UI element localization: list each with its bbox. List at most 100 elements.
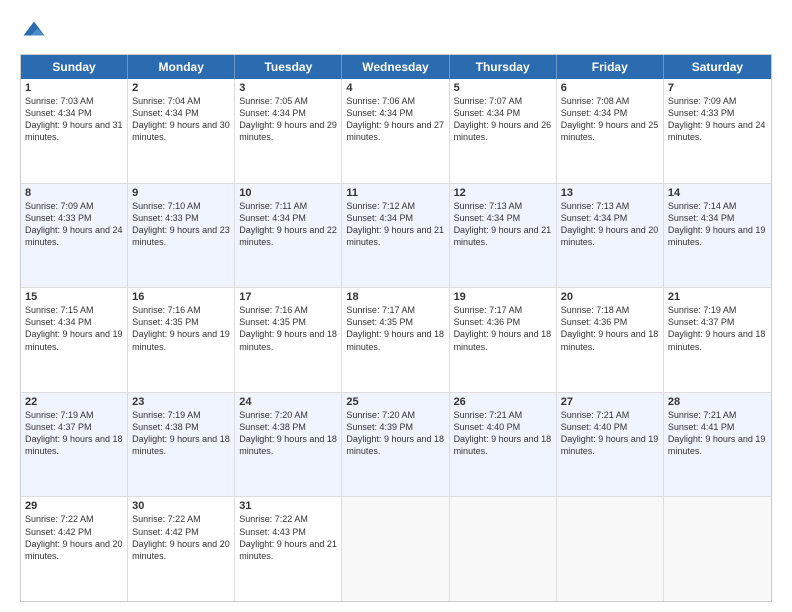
cal-cell-2-1: 8Sunrise: 7:09 AM Sunset: 4:33 PM Daylig… [21, 184, 128, 288]
day-number: 14 [668, 187, 767, 199]
calendar-row-4: 22Sunrise: 7:19 AM Sunset: 4:37 PM Dayli… [21, 393, 771, 498]
cal-cell-2-3: 10Sunrise: 7:11 AM Sunset: 4:34 PM Dayli… [235, 184, 342, 288]
cal-cell-2-5: 12Sunrise: 7:13 AM Sunset: 4:34 PM Dayli… [450, 184, 557, 288]
cell-info: Sunrise: 7:12 AM Sunset: 4:34 PM Dayligh… [346, 200, 444, 249]
cal-cell-3-4: 18Sunrise: 7:17 AM Sunset: 4:35 PM Dayli… [342, 288, 449, 392]
header [20, 18, 772, 46]
calendar: Sunday Monday Tuesday Wednesday Thursday… [20, 54, 772, 602]
cal-cell-5-6 [557, 497, 664, 601]
day-number: 11 [346, 187, 444, 199]
cell-info: Sunrise: 7:19 AM Sunset: 4:37 PM Dayligh… [668, 304, 767, 353]
cell-info: Sunrise: 7:09 AM Sunset: 4:33 PM Dayligh… [668, 95, 767, 144]
cell-info: Sunrise: 7:11 AM Sunset: 4:34 PM Dayligh… [239, 200, 337, 249]
cell-info: Sunrise: 7:18 AM Sunset: 4:36 PM Dayligh… [561, 304, 659, 353]
cal-cell-3-7: 21Sunrise: 7:19 AM Sunset: 4:37 PM Dayli… [664, 288, 771, 392]
header-thursday: Thursday [450, 55, 557, 79]
day-number: 31 [239, 500, 337, 512]
calendar-row-5: 29Sunrise: 7:22 AM Sunset: 4:42 PM Dayli… [21, 497, 771, 601]
calendar-row-3: 15Sunrise: 7:15 AM Sunset: 4:34 PM Dayli… [21, 288, 771, 393]
day-number: 21 [668, 291, 767, 303]
cell-info: Sunrise: 7:16 AM Sunset: 4:35 PM Dayligh… [132, 304, 230, 353]
day-number: 25 [346, 396, 444, 408]
day-number: 27 [561, 396, 659, 408]
calendar-row-2: 8Sunrise: 7:09 AM Sunset: 4:33 PM Daylig… [21, 184, 771, 289]
header-monday: Monday [128, 55, 235, 79]
day-number: 6 [561, 82, 659, 94]
cell-info: Sunrise: 7:21 AM Sunset: 4:40 PM Dayligh… [454, 409, 552, 458]
cal-cell-1-2: 2Sunrise: 7:04 AM Sunset: 4:34 PM Daylig… [128, 79, 235, 183]
page: Sunday Monday Tuesday Wednesday Thursday… [0, 0, 792, 612]
cal-cell-1-3: 3Sunrise: 7:05 AM Sunset: 4:34 PM Daylig… [235, 79, 342, 183]
cell-info: Sunrise: 7:19 AM Sunset: 4:37 PM Dayligh… [25, 409, 123, 458]
cell-info: Sunrise: 7:21 AM Sunset: 4:41 PM Dayligh… [668, 409, 767, 458]
cal-cell-2-6: 13Sunrise: 7:13 AM Sunset: 4:34 PM Dayli… [557, 184, 664, 288]
cell-info: Sunrise: 7:22 AM Sunset: 4:42 PM Dayligh… [132, 513, 230, 562]
cell-info: Sunrise: 7:14 AM Sunset: 4:34 PM Dayligh… [668, 200, 767, 249]
cell-info: Sunrise: 7:07 AM Sunset: 4:34 PM Dayligh… [454, 95, 552, 144]
cell-info: Sunrise: 7:06 AM Sunset: 4:34 PM Dayligh… [346, 95, 444, 144]
day-number: 20 [561, 291, 659, 303]
cal-cell-4-6: 27Sunrise: 7:21 AM Sunset: 4:40 PM Dayli… [557, 393, 664, 497]
day-number: 28 [668, 396, 767, 408]
day-number: 5 [454, 82, 552, 94]
cal-cell-1-1: 1Sunrise: 7:03 AM Sunset: 4:34 PM Daylig… [21, 79, 128, 183]
cal-cell-5-2: 30Sunrise: 7:22 AM Sunset: 4:42 PM Dayli… [128, 497, 235, 601]
cell-info: Sunrise: 7:13 AM Sunset: 4:34 PM Dayligh… [561, 200, 659, 249]
day-number: 19 [454, 291, 552, 303]
cell-info: Sunrise: 7:17 AM Sunset: 4:35 PM Dayligh… [346, 304, 444, 353]
cal-cell-2-2: 9Sunrise: 7:10 AM Sunset: 4:33 PM Daylig… [128, 184, 235, 288]
day-number: 7 [668, 82, 767, 94]
day-number: 2 [132, 82, 230, 94]
cell-info: Sunrise: 7:13 AM Sunset: 4:34 PM Dayligh… [454, 200, 552, 249]
day-number: 16 [132, 291, 230, 303]
day-number: 12 [454, 187, 552, 199]
calendar-header: Sunday Monday Tuesday Wednesday Thursday… [21, 55, 771, 79]
cal-cell-4-7: 28Sunrise: 7:21 AM Sunset: 4:41 PM Dayli… [664, 393, 771, 497]
day-number: 15 [25, 291, 123, 303]
cal-cell-1-4: 4Sunrise: 7:06 AM Sunset: 4:34 PM Daylig… [342, 79, 449, 183]
cell-info: Sunrise: 7:04 AM Sunset: 4:34 PM Dayligh… [132, 95, 230, 144]
calendar-body: 1Sunrise: 7:03 AM Sunset: 4:34 PM Daylig… [21, 79, 771, 601]
cal-cell-1-7: 7Sunrise: 7:09 AM Sunset: 4:33 PM Daylig… [664, 79, 771, 183]
cell-info: Sunrise: 7:17 AM Sunset: 4:36 PM Dayligh… [454, 304, 552, 353]
cell-info: Sunrise: 7:10 AM Sunset: 4:33 PM Dayligh… [132, 200, 230, 249]
day-number: 10 [239, 187, 337, 199]
cell-info: Sunrise: 7:20 AM Sunset: 4:39 PM Dayligh… [346, 409, 444, 458]
header-saturday: Saturday [664, 55, 771, 79]
cell-info: Sunrise: 7:08 AM Sunset: 4:34 PM Dayligh… [561, 95, 659, 144]
cell-info: Sunrise: 7:16 AM Sunset: 4:35 PM Dayligh… [239, 304, 337, 353]
cell-info: Sunrise: 7:22 AM Sunset: 4:42 PM Dayligh… [25, 513, 123, 562]
day-number: 17 [239, 291, 337, 303]
day-number: 18 [346, 291, 444, 303]
header-tuesday: Tuesday [235, 55, 342, 79]
cal-cell-4-2: 23Sunrise: 7:19 AM Sunset: 4:38 PM Dayli… [128, 393, 235, 497]
cell-info: Sunrise: 7:20 AM Sunset: 4:38 PM Dayligh… [239, 409, 337, 458]
cal-cell-5-1: 29Sunrise: 7:22 AM Sunset: 4:42 PM Dayli… [21, 497, 128, 601]
cal-cell-4-5: 26Sunrise: 7:21 AM Sunset: 4:40 PM Dayli… [450, 393, 557, 497]
day-number: 1 [25, 82, 123, 94]
day-number: 3 [239, 82, 337, 94]
header-wednesday: Wednesday [342, 55, 449, 79]
cal-cell-3-6: 20Sunrise: 7:18 AM Sunset: 4:36 PM Dayli… [557, 288, 664, 392]
cell-info: Sunrise: 7:05 AM Sunset: 4:34 PM Dayligh… [239, 95, 337, 144]
day-number: 29 [25, 500, 123, 512]
cal-cell-5-4 [342, 497, 449, 601]
day-number: 26 [454, 396, 552, 408]
cal-cell-5-7 [664, 497, 771, 601]
day-number: 22 [25, 396, 123, 408]
day-number: 8 [25, 187, 123, 199]
header-sunday: Sunday [21, 55, 128, 79]
cell-info: Sunrise: 7:09 AM Sunset: 4:33 PM Dayligh… [25, 200, 123, 249]
day-number: 23 [132, 396, 230, 408]
cell-info: Sunrise: 7:21 AM Sunset: 4:40 PM Dayligh… [561, 409, 659, 458]
cell-info: Sunrise: 7:03 AM Sunset: 4:34 PM Dayligh… [25, 95, 123, 144]
day-number: 30 [132, 500, 230, 512]
cell-info: Sunrise: 7:15 AM Sunset: 4:34 PM Dayligh… [25, 304, 123, 353]
cal-cell-1-5: 5Sunrise: 7:07 AM Sunset: 4:34 PM Daylig… [450, 79, 557, 183]
cal-cell-2-4: 11Sunrise: 7:12 AM Sunset: 4:34 PM Dayli… [342, 184, 449, 288]
day-number: 13 [561, 187, 659, 199]
header-friday: Friday [557, 55, 664, 79]
logo-icon [20, 18, 48, 46]
day-number: 24 [239, 396, 337, 408]
cal-cell-3-5: 19Sunrise: 7:17 AM Sunset: 4:36 PM Dayli… [450, 288, 557, 392]
